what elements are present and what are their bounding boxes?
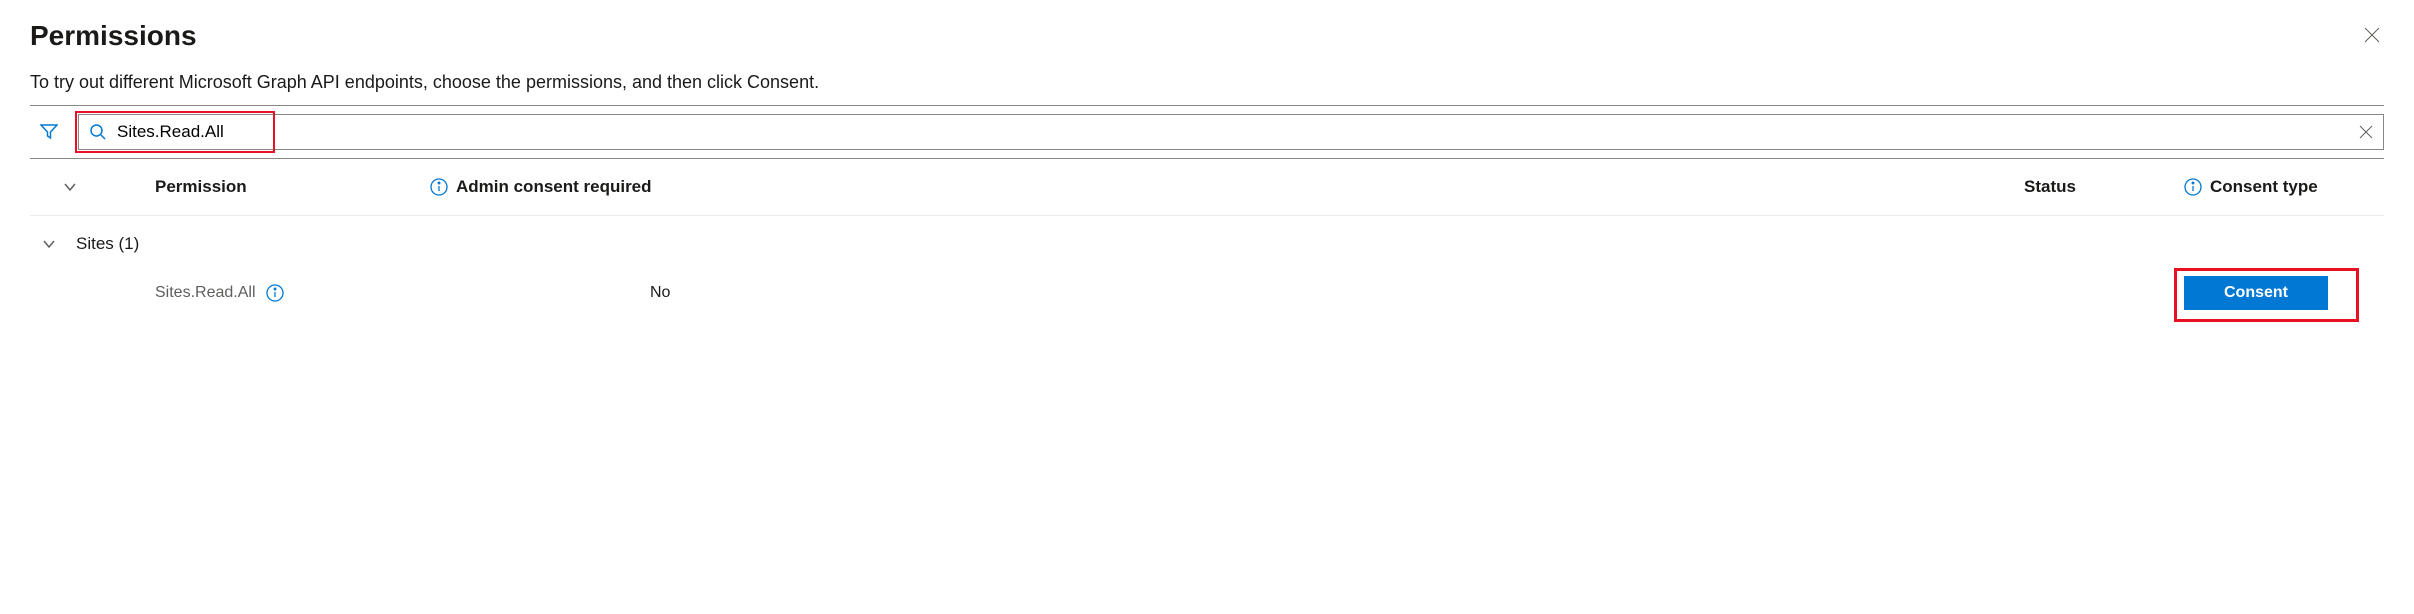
group-label: Sites (1) xyxy=(76,234,139,254)
column-permission[interactable]: Permission xyxy=(110,177,430,197)
description-text: To try out different Microsoft Graph API… xyxy=(30,72,2384,93)
info-icon[interactable] xyxy=(266,284,284,302)
group-row[interactable]: Sites (1) xyxy=(30,216,2384,264)
search-box[interactable] xyxy=(78,114,2384,150)
table-header: Permission Admin consent required Status… xyxy=(30,159,2384,216)
column-admin-consent[interactable]: Admin consent required xyxy=(430,177,2024,197)
filter-icon[interactable] xyxy=(30,123,68,141)
column-consent-type-label: Consent type xyxy=(2210,177,2318,197)
table-row: Sites.Read.All No Consent xyxy=(30,264,2384,322)
info-icon[interactable] xyxy=(430,178,448,196)
consent-button[interactable]: Consent xyxy=(2184,276,2328,310)
search-icon xyxy=(89,123,107,141)
clear-search-icon[interactable] xyxy=(2359,125,2373,139)
column-consent-type[interactable]: Consent type xyxy=(2184,177,2384,197)
admin-consent-value: No xyxy=(350,284,2024,302)
permission-name: Sites.Read.All xyxy=(155,284,256,302)
close-icon[interactable] xyxy=(2360,21,2384,51)
column-admin-consent-label: Admin consent required xyxy=(456,177,652,197)
search-input[interactable] xyxy=(117,115,2349,149)
page-title: Permissions xyxy=(30,20,197,52)
chevron-down-icon[interactable] xyxy=(30,237,56,251)
info-icon[interactable] xyxy=(2184,178,2202,196)
chevron-down-icon[interactable] xyxy=(63,180,77,194)
column-status[interactable]: Status xyxy=(2024,177,2184,197)
